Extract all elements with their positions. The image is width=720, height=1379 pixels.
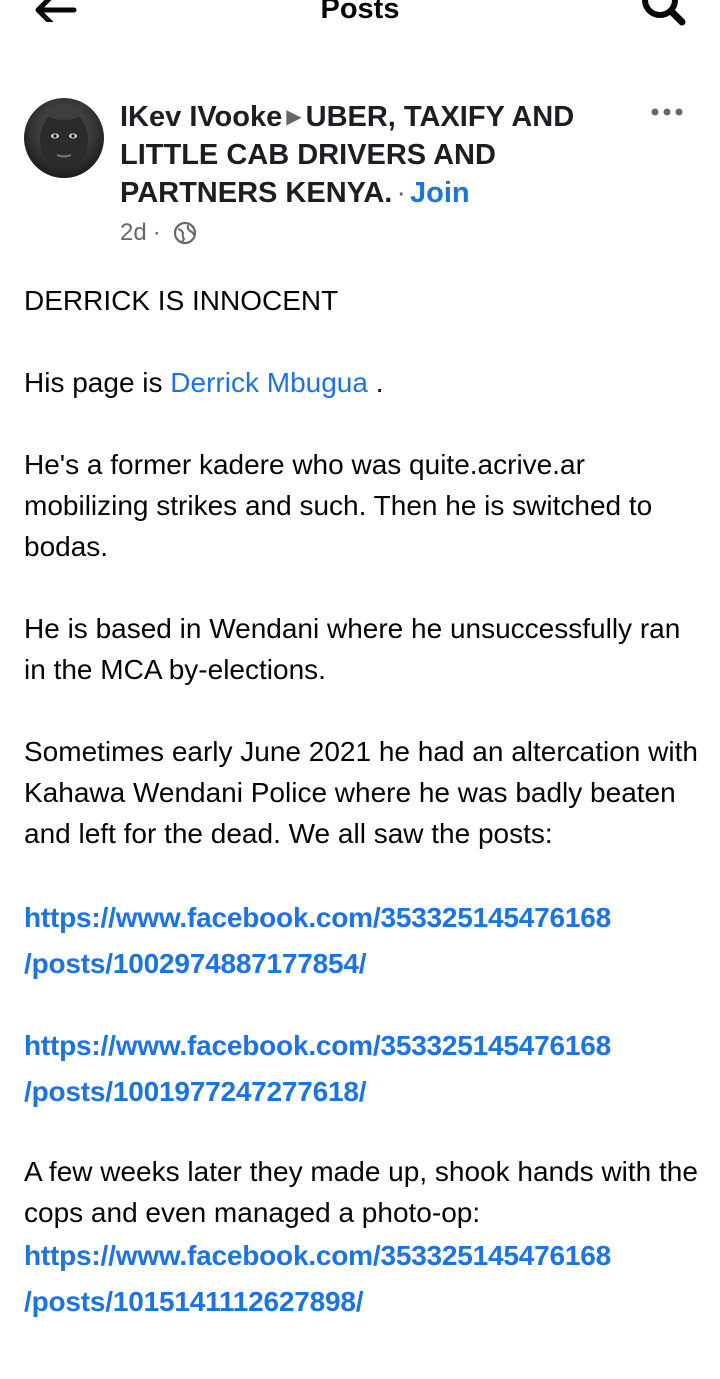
post-link-3[interactable]: https://www.facebook.com/353325145476168… [24,1233,704,1325]
globe-icon [173,221,196,245]
post-title: IKev IVooke ▶ UBER, TAXIFY AND LITTLE CAB … [120,98,630,212]
paragraph-2: He is based in Wendani where he unsucces… [24,613,681,685]
more-options-icon[interactable] [649,102,685,122]
paragraph-1: He's a former kadere who was quite.acriv… [24,449,653,562]
post-meta: 2d · [120,218,197,248]
top-bar: Posts [0,0,720,40]
post-time[interactable]: 2d [120,218,147,248]
arrow-icon: ▶ [286,106,302,128]
mention-link[interactable]: Derrick Mbugua [170,367,368,398]
search-icon[interactable] [640,0,688,30]
avatar[interactable] [24,98,104,178]
separator: · [396,177,406,209]
post-headline: DERRICK IS INNOCENT [24,285,339,316]
link-1-line-2: /posts/1002974887177854/ [24,948,367,979]
post-link-2[interactable]: https://www.facebook.com/353325145476168… [24,1023,704,1115]
paragraph-4: A few weeks later they made up, shook ha… [24,1156,698,1228]
post-body: DERRICK IS INNOCENT His page is Derrick … [24,280,704,1325]
link-3-line-2: /posts/1015141112627898/ [24,1286,364,1317]
meta-separator: · [152,219,161,246]
page-suffix: . [367,367,384,398]
page-prefix: His page is [24,367,171,398]
link-3-line-1: https://www.facebook.com/353325145476168 [24,1240,612,1271]
author-name[interactable]: IKev IVooke [120,101,282,133]
page-line: His page is Derrick Mbugua . [24,362,704,403]
join-button[interactable]: Join [410,177,470,209]
paragraph-3: Sometimes early June 2021 he had an alte… [24,736,698,849]
post-link-1[interactable]: https://www.facebook.com/353325145476168… [24,895,704,987]
link-2-line-2: /posts/1001977247277618/ [24,1076,367,1107]
page-title: Posts [320,0,400,25]
link-1-line-1: https://www.facebook.com/353325145476168 [24,902,612,933]
avatar-photo [40,104,88,170]
link-2-line-1: https://www.facebook.com/353325145476168 [24,1030,612,1061]
